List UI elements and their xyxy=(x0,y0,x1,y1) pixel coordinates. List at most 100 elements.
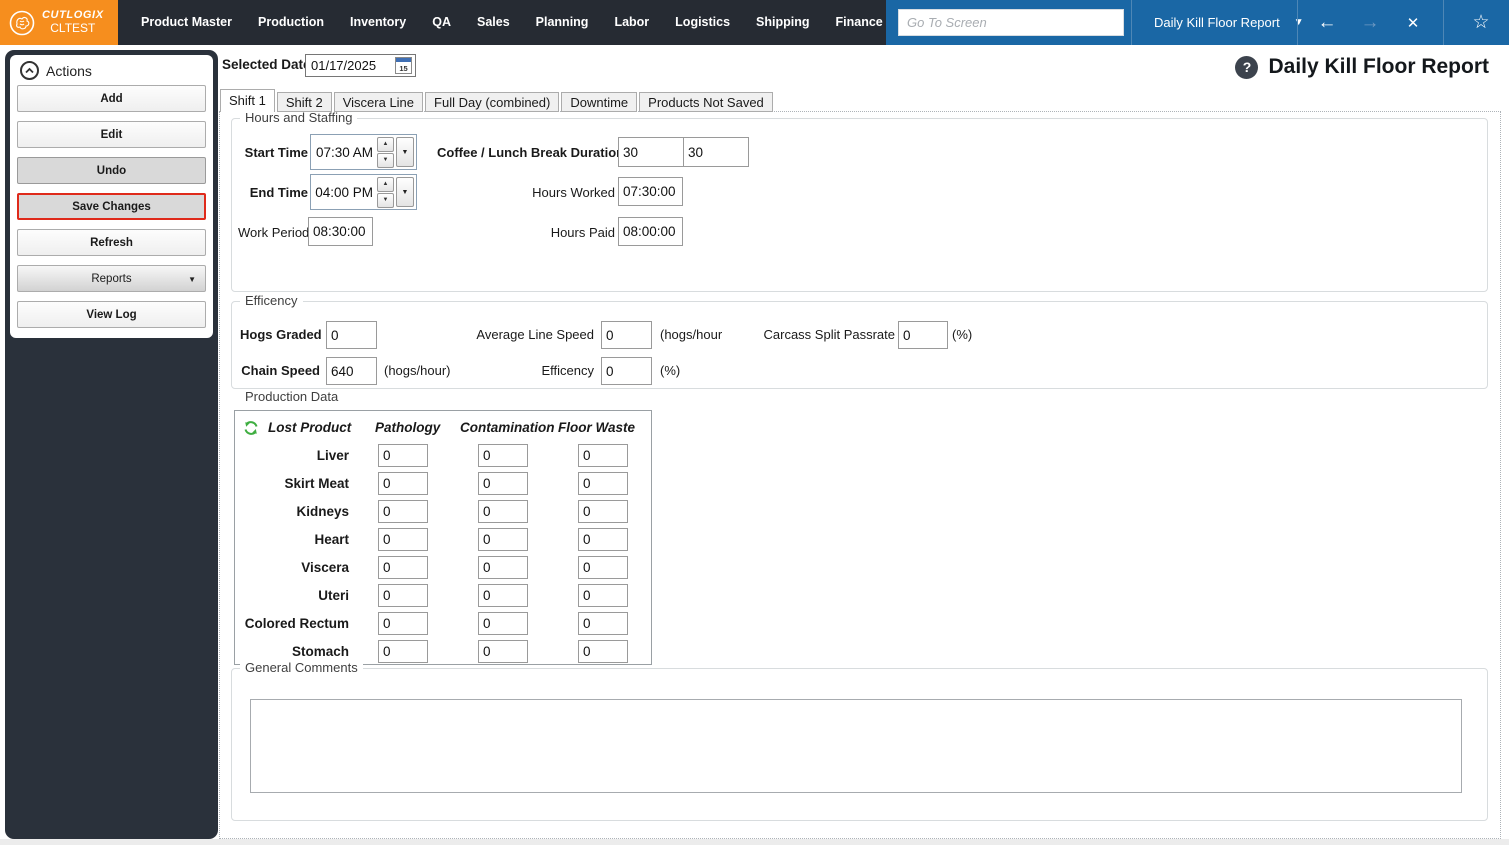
selected-date-value: 01/17/2025 xyxy=(311,58,377,73)
production-data-groupbox: Production Data Lost Product Pathology C… xyxy=(231,389,1488,667)
calendar-icon[interactable]: 15 xyxy=(395,57,412,74)
window-bottom-edge xyxy=(0,839,1509,845)
colored-rectum-floor-waste-input[interactable] xyxy=(578,612,628,635)
skirt-meat-contamination-input[interactable] xyxy=(478,472,528,495)
kidneys-floor-waste-input[interactable] xyxy=(578,500,628,523)
end-time-label: End Time xyxy=(249,185,308,200)
topbar-divider xyxy=(1131,0,1132,45)
colored-rectum-pathology-input[interactable] xyxy=(378,612,428,635)
efficency-unit: (%) xyxy=(660,363,681,378)
menu-shipping[interactable]: Shipping xyxy=(743,0,822,45)
liver-contamination-input[interactable] xyxy=(478,444,528,467)
page-title: ? Daily Kill Floor Report xyxy=(1235,55,1489,79)
tab-shift-1[interactable]: Shift 1 xyxy=(220,89,275,112)
actions-sidebar: Actions Add Edit Undo Save Changes Refre… xyxy=(5,50,218,839)
edit-button[interactable]: Edit xyxy=(17,121,206,148)
menu-planning[interactable]: Planning xyxy=(523,0,602,45)
screen-selector-dropdown[interactable]: Daily Kill Floor Report ▼ xyxy=(1140,0,1304,45)
favorite-star-icon[interactable]: ☆ xyxy=(1464,0,1498,45)
end-time-down-spinner[interactable]: ▼ xyxy=(377,192,394,208)
row-label-liver: Liver xyxy=(316,448,349,463)
tab-viscera-line[interactable]: Viscera Line xyxy=(333,92,424,112)
start-time-picker[interactable]: 07:30 AM ▲ ▼ ▼ xyxy=(310,134,417,170)
hours-worked-label: Hours Worked xyxy=(532,185,615,200)
kidneys-contamination-input[interactable] xyxy=(478,500,528,523)
liver-pathology-input[interactable] xyxy=(378,444,428,467)
save-changes-button[interactable]: Save Changes xyxy=(17,193,206,220)
end-time-up-spinner[interactable]: ▲ xyxy=(377,176,394,192)
reports-dropdown-button[interactable]: Reports ▼ xyxy=(17,265,206,292)
go-to-screen-input[interactable] xyxy=(898,9,1124,36)
colored-rectum-contamination-input[interactable] xyxy=(478,612,528,635)
menu-inventory[interactable]: Inventory xyxy=(337,0,419,45)
menu-production[interactable]: Production xyxy=(245,0,337,45)
efficency-label: Efficency xyxy=(541,363,594,378)
uteri-pathology-input[interactable] xyxy=(378,584,428,607)
view-log-button[interactable]: View Log xyxy=(17,301,206,328)
page-title-text: Daily Kill Floor Report xyxy=(1268,55,1489,78)
carcass-split-passrate-label: Carcass Split Passrate xyxy=(763,327,896,342)
viscera-floor-waste-input[interactable] xyxy=(578,556,628,579)
start-time-up-spinner[interactable]: ▲ xyxy=(377,136,394,152)
viscera-contamination-input[interactable] xyxy=(478,556,528,579)
tab-downtime[interactable]: Downtime xyxy=(561,92,638,112)
top-menu-bar: CUTLOGIX CLTEST Product Master Productio… xyxy=(0,0,1509,45)
heart-floor-waste-input[interactable] xyxy=(578,528,628,551)
end-time-dropdown-button[interactable]: ▼ xyxy=(396,177,414,207)
general-comments-legend: General Comments xyxy=(240,660,363,675)
work-period-input[interactable] xyxy=(308,217,373,246)
column-header-lost-product: Lost Product xyxy=(268,420,352,435)
menu-labor[interactable]: Labor xyxy=(601,0,662,45)
general-comments-textarea[interactable] xyxy=(250,699,1462,793)
refresh-button[interactable]: Refresh xyxy=(17,229,206,256)
efficency-input[interactable] xyxy=(601,357,652,385)
chevron-down-icon: ▼ xyxy=(1293,17,1304,28)
hours-paid-label: Hours Paid xyxy=(550,225,615,240)
menu-sales[interactable]: Sales xyxy=(464,0,523,45)
uteri-contamination-input[interactable] xyxy=(478,584,528,607)
row-label-viscera: Viscera xyxy=(301,560,349,575)
stomach-contamination-input[interactable] xyxy=(478,640,528,663)
coffee-break-input-2[interactable] xyxy=(683,137,749,167)
tab-full-day-combined[interactable]: Full Day (combined) xyxy=(425,92,560,112)
hours-worked-input[interactable] xyxy=(618,177,683,206)
menu-product-master[interactable]: Product Master xyxy=(128,0,245,45)
menu-qa[interactable]: QA xyxy=(419,0,464,45)
refresh-icon[interactable] xyxy=(243,420,259,436)
back-arrow-icon[interactable]: ← xyxy=(1310,0,1344,45)
start-time-dropdown-button[interactable]: ▼ xyxy=(396,137,414,167)
tab-products-not-saved[interactable]: Products Not Saved xyxy=(639,92,773,112)
help-icon[interactable]: ? xyxy=(1235,55,1259,79)
hogs-graded-input[interactable] xyxy=(326,321,377,349)
heart-pathology-input[interactable] xyxy=(378,528,428,551)
close-icon[interactable]: ✕ xyxy=(1396,0,1430,45)
row-label-stomach: Stomach xyxy=(291,644,349,659)
coffee-break-input-1[interactable] xyxy=(618,137,684,167)
stomach-pathology-input[interactable] xyxy=(378,640,428,663)
topbar-blue-section: Daily Kill Floor Report ▼ ← → ✕ ☆ xyxy=(886,0,1509,45)
skirt-meat-pathology-input[interactable] xyxy=(378,472,428,495)
hours-staffing-legend: Hours and Staffing xyxy=(240,110,358,125)
tab-shift-2[interactable]: Shift 2 xyxy=(276,92,332,112)
uteri-floor-waste-input[interactable] xyxy=(578,584,628,607)
hours-paid-input[interactable] xyxy=(618,217,683,246)
forward-arrow-icon[interactable]: → xyxy=(1353,0,1387,45)
skirt-meat-floor-waste-input[interactable] xyxy=(578,472,628,495)
kidneys-pathology-input[interactable] xyxy=(378,500,428,523)
menu-logistics[interactable]: Logistics xyxy=(662,0,743,45)
stomach-floor-waste-input[interactable] xyxy=(578,640,628,663)
selected-date-input[interactable]: 01/17/2025 15 xyxy=(305,54,416,77)
heart-contamination-input[interactable] xyxy=(478,528,528,551)
undo-button[interactable]: Undo xyxy=(17,157,206,184)
carcass-split-passrate-input[interactable] xyxy=(898,321,948,349)
collapse-panel-icon[interactable] xyxy=(20,61,39,80)
viscera-pathology-input[interactable] xyxy=(378,556,428,579)
liver-floor-waste-input[interactable] xyxy=(578,444,628,467)
average-line-speed-input[interactable] xyxy=(601,321,652,349)
menu-finance[interactable]: Finance xyxy=(823,0,896,45)
end-time-picker[interactable]: 04:00 PM ▲ ▼ ▼ xyxy=(310,174,417,210)
start-time-down-spinner[interactable]: ▼ xyxy=(377,152,394,168)
chain-speed-input[interactable] xyxy=(326,357,377,385)
app-window: CUTLOGIX CLTEST Product Master Productio… xyxy=(0,0,1509,845)
add-button[interactable]: Add xyxy=(17,85,206,112)
